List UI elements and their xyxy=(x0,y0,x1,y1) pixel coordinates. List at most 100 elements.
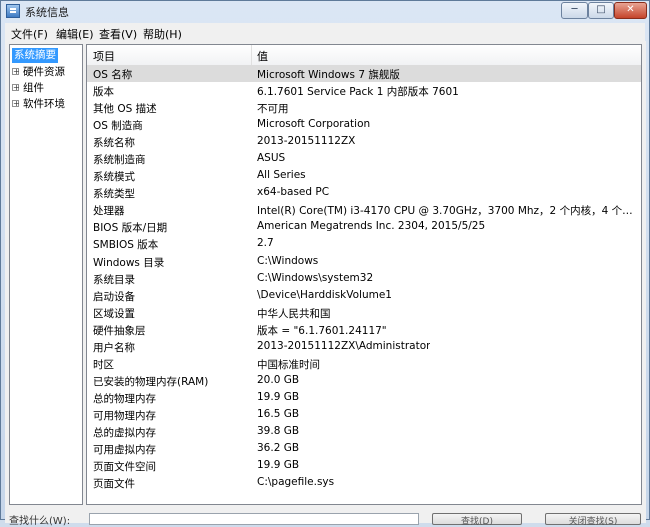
cell-item: 系统类型 xyxy=(93,188,135,201)
find-input[interactable] xyxy=(89,513,419,525)
list-rows: OS 名称 Microsoft Windows 7 旗舰版版本 6.1.7601 S… xyxy=(87,65,641,491)
table-row[interactable]: 版本 6.1.7601 Service Pack 1 内部版本 7601 xyxy=(87,82,641,99)
cell-value: \Device\HarddiskVolume1 xyxy=(257,288,392,301)
category-tree: 系统摘要 + 硬件资源 + 组件 + 软件环境 xyxy=(9,44,83,505)
table-row[interactable]: 系统目录 C:\Windows\system32 xyxy=(87,270,641,287)
menu-view[interactable]: 查看(V) xyxy=(99,26,137,42)
cell-value: 2.7 xyxy=(257,237,274,250)
cell-value: 16.5 GB xyxy=(257,407,300,420)
system-info-icon xyxy=(6,4,20,18)
cell-item: 系统目录 xyxy=(93,273,135,286)
expand-icon[interactable]: + xyxy=(12,67,20,75)
cell-item: 可用虚拟内存 xyxy=(93,444,156,457)
cell-value: Microsoft Windows 7 旗舰版 xyxy=(257,69,400,81)
table-row[interactable]: 其他 OS 描述 不可用 xyxy=(87,99,641,116)
expand-icon[interactable]: + xyxy=(12,99,20,107)
cell-value: C:\Windows xyxy=(257,254,319,267)
table-row[interactable]: SMBIOS 版本 2.7 xyxy=(87,235,641,252)
table-row[interactable]: Windows 目录 C:\Windows xyxy=(87,253,641,270)
cell-item: 区域设置 xyxy=(93,307,135,320)
table-row[interactable]: 可用虚拟内存 36.2 GB xyxy=(87,440,641,457)
find-bar: 查找什么(W): 查找(D) 关闭查找(S) xyxy=(5,511,646,527)
cell-item: SMBIOS 版本 xyxy=(93,239,159,252)
maximize-button[interactable]: □ xyxy=(588,2,614,19)
cell-value: 20.0 GB xyxy=(257,373,300,386)
table-row[interactable]: 用户名称 2013-20151112ZX\Administrator xyxy=(87,338,641,355)
cell-value: 19.9 GB xyxy=(257,390,300,403)
cell-value: 2013-20151112ZX\Administrator xyxy=(257,339,431,352)
cell-item: 版本 xyxy=(93,86,114,99)
cell-item: 处理器 xyxy=(93,205,125,218)
table-row[interactable]: 系统制造商 ASUS xyxy=(87,150,641,167)
cell-value: 中国标准时间 xyxy=(257,358,320,371)
table-row[interactable]: 总的物理内存 19.9 GB xyxy=(87,389,641,406)
table-row[interactable]: 页面文件 C:\pagefile.sys xyxy=(87,474,641,491)
cell-value: C:\Windows\system32 xyxy=(257,271,374,284)
tree-item-system-summary[interactable]: 系统摘要 xyxy=(11,47,59,64)
cell-value: 6.1.7601 Service Pack 1 内部版本 7601 xyxy=(257,86,459,99)
cell-value: Microsoft Corporation xyxy=(257,118,371,131)
cell-item: OS 制造商 xyxy=(93,120,143,133)
table-row[interactable]: 页面文件空间 19.9 GB xyxy=(87,457,641,474)
column-divider[interactable] xyxy=(251,45,252,65)
cell-item: 总的虚拟内存 xyxy=(93,426,156,439)
table-row[interactable]: 处理器 Intel(R) Core(TM) i3-4170 CPU @ 3.70G… xyxy=(87,201,641,218)
cell-value: 版本 = "6.1.7601.24117" xyxy=(257,324,387,337)
table-row[interactable]: 时区 中国标准时间 xyxy=(87,355,641,372)
close-find-button[interactable]: 关闭查找(S) xyxy=(545,513,641,527)
cell-value: C:\pagefile.sys xyxy=(257,476,335,489)
minimize-button[interactable]: ─ xyxy=(561,2,588,19)
title-bar[interactable]: 系统信息 ─ □ ✕ xyxy=(1,1,649,22)
details-list: 项目 值 OS 名称 Microsoft Windows 7 旗舰版版本 6.1.7… xyxy=(86,44,642,505)
table-row[interactable]: 区域设置 中华人民共和国 xyxy=(87,304,641,321)
table-row[interactable]: 总的虚拟内存 39.8 GB xyxy=(87,423,641,440)
table-row[interactable]: 可用物理内存 16.5 GB xyxy=(87,406,641,423)
cell-item: 页面文件 xyxy=(93,478,135,491)
tree-item-label: 硬件资源 xyxy=(23,66,65,78)
cell-item: 用户名称 xyxy=(93,341,135,354)
cell-item: 系统制造商 xyxy=(93,154,146,167)
expand-icon[interactable]: + xyxy=(12,83,20,91)
table-row[interactable]: 已安装的物理内存(RAM) 20.0 GB xyxy=(87,372,641,389)
table-row[interactable]: 启动设备 \Device\HarddiskVolume1 xyxy=(87,287,641,304)
cell-value: American Megatrends Inc. 2304, 2015/5/25 xyxy=(257,220,486,233)
system-info-window: 系统信息 ─ □ ✕ 文件(F) 编辑(E) 查看(V) 帮助(H) 系统摘要 … xyxy=(0,0,650,527)
cell-value: ASUS xyxy=(257,152,286,165)
table-row[interactable]: OS 名称 Microsoft Windows 7 旗舰版 xyxy=(87,65,641,83)
cell-item: 启动设备 xyxy=(93,290,135,303)
cell-item: 总的物理内存 xyxy=(93,392,156,405)
cell-item: Windows 目录 xyxy=(93,256,165,269)
menu-file[interactable]: 文件(F) xyxy=(11,26,48,42)
cell-value: 36.2 GB xyxy=(257,442,300,455)
client-area: 系统摘要 + 硬件资源 + 组件 + 软件环境 项目 值 OS 名称 Microsoft… xyxy=(5,41,646,511)
window-title: 系统信息 xyxy=(25,6,69,19)
list-header: 项目 值 xyxy=(87,45,641,66)
table-row[interactable]: OS 制造商 Microsoft Corporation xyxy=(87,116,641,133)
column-header-value[interactable]: 值 xyxy=(257,48,268,64)
cell-item: 可用物理内存 xyxy=(93,409,156,422)
cell-item: 时区 xyxy=(93,358,114,371)
table-row[interactable]: BIOS 版本/日期 American Megatrends Inc. 2304,… xyxy=(87,218,641,235)
close-button[interactable]: ✕ xyxy=(614,2,647,19)
cell-value: 不可用 xyxy=(257,103,289,116)
cell-value: x64-based PC xyxy=(257,186,330,199)
menu-edit[interactable]: 编辑(E) xyxy=(56,26,94,42)
table-row[interactable]: 硬件抽象层 版本 = "6.1.7601.24117" xyxy=(87,321,641,338)
tree-item-components[interactable]: + 组件 xyxy=(12,81,44,96)
table-row[interactable]: 系统类型 x64-based PC xyxy=(87,184,641,201)
cell-value: All Series xyxy=(257,169,306,182)
find-button[interactable]: 查找(D) xyxy=(432,513,522,527)
cell-value: 19.9 GB xyxy=(257,459,300,472)
tree-item-hardware-resources[interactable]: + 硬件资源 xyxy=(12,65,65,80)
cell-value: 39.8 GB xyxy=(257,424,300,437)
tree-item-software-environment[interactable]: + 软件环境 xyxy=(12,97,65,112)
cell-value: 2013-20151112ZX xyxy=(257,135,356,148)
cell-item: 系统名称 xyxy=(93,137,135,150)
menu-bar: 文件(F) 编辑(E) 查看(V) 帮助(H) xyxy=(5,23,645,41)
column-header-item[interactable]: 项目 xyxy=(93,48,115,64)
table-row[interactable]: 系统名称 2013-20151112ZX xyxy=(87,133,641,150)
cell-item: 硬件抽象层 xyxy=(93,324,146,337)
menu-help[interactable]: 帮助(H) xyxy=(143,26,182,42)
table-row[interactable]: 系统模式 All Series xyxy=(87,167,641,184)
cell-item: 其他 OS 描述 xyxy=(93,103,157,116)
